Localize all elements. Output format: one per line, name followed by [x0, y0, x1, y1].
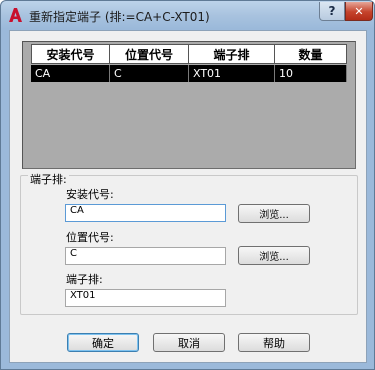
group-label: 端子排: — [28, 171, 69, 187]
browse-install-button[interactable]: 浏览... — [238, 204, 310, 223]
ok-button[interactable]: 确定 — [67, 333, 139, 352]
location-code-input[interactable]: C — [65, 247, 226, 265]
column-header-terminal[interactable]: 端子排 — [189, 44, 275, 64]
terminal-strip-list[interactable]: 安装代号 位置代号 端子排 数量 CA C XT01 10 — [22, 41, 356, 169]
cell-install: CA — [31, 65, 110, 82]
column-header-count[interactable]: 数量 — [275, 44, 347, 64]
help-button[interactable]: 帮助 — [238, 333, 310, 352]
terminal-strip-label: 端子排: — [66, 273, 103, 286]
cell-location: C — [110, 65, 189, 82]
autocad-app-icon — [9, 8, 22, 22]
cell-terminal: XT01 — [189, 65, 275, 82]
help-icon: ? — [328, 4, 336, 18]
cell-count: 10 — [275, 65, 347, 82]
list-header: 安装代号 位置代号 端子排 数量 — [31, 44, 347, 64]
column-header-install[interactable]: 安装代号 — [31, 44, 110, 64]
location-code-label: 位置代号: — [66, 231, 114, 244]
list-row-selected[interactable]: CA C XT01 10 — [31, 65, 347, 82]
cancel-button[interactable]: 取消 — [153, 333, 225, 352]
close-icon: ✕ — [354, 4, 364, 18]
close-button[interactable]: ✕ — [345, 2, 373, 21]
window-title: 重新指定端子 (排:=CA+C-XT01) — [29, 10, 210, 24]
install-code-input[interactable]: CA — [65, 204, 226, 222]
install-code-label: 安装代号: — [66, 188, 114, 201]
title-help-button[interactable]: ? — [319, 2, 345, 21]
column-header-location[interactable]: 位置代号 — [110, 44, 189, 64]
browse-location-button[interactable]: 浏览... — [238, 246, 310, 265]
dialog-client-area: 安装代号 位置代号 端子排 数量 CA C XT01 10 端子排: 安装代号:… — [9, 30, 367, 363]
dialog-window: 重新指定端子 (排:=CA+C-XT01) ? ✕ 安装代号 位置代号 端子排 … — [0, 0, 375, 370]
terminal-strip-input[interactable]: XT01 — [65, 289, 226, 307]
